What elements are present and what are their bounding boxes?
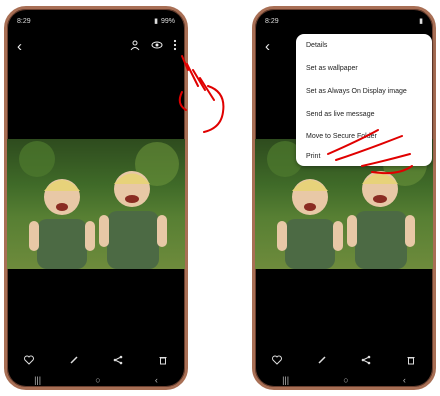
status-bar: 8:29 ▮ 99% [17, 15, 175, 27]
share-icon[interactable] [113, 355, 123, 365]
trash-icon[interactable] [406, 355, 416, 365]
battery-text: 99% [160, 17, 175, 25]
pencil-icon[interactable] [69, 355, 79, 365]
menu-item-set-aod-image[interactable]: Set as Always On Display image [306, 88, 407, 95]
more-vert-icon[interactable] [173, 39, 177, 51]
nav-back-icon[interactable]: ‹ [403, 375, 406, 385]
system-nav-bar: ||| ○ ‹ [7, 373, 185, 387]
signal-icon: ▮ [154, 18, 158, 25]
trash-icon[interactable] [158, 355, 168, 365]
share-person-icon[interactable] [129, 39, 141, 51]
heart-icon[interactable] [272, 355, 283, 365]
phone-left: 8:29 ▮ 99% ‹ ||| ○ ‹ [4, 6, 188, 390]
menu-item-details[interactable]: Details [306, 42, 327, 49]
menu-item-set-wallpaper[interactable]: Set as wallpaper [306, 65, 358, 72]
recents-icon[interactable]: ||| [282, 375, 289, 385]
more-options-menu: Details Set as wallpaper Set as Always O… [296, 34, 432, 166]
status-time: 8:29 [17, 17, 31, 25]
photo-actions-bar [255, 352, 433, 368]
share-icon[interactable] [361, 355, 371, 365]
home-icon[interactable]: ○ [343, 375, 348, 385]
menu-item-print[interactable]: Print [306, 153, 320, 160]
photo-toolbar: ‹ [7, 37, 185, 59]
home-icon[interactable]: ○ [95, 375, 100, 385]
pencil-icon[interactable] [317, 355, 327, 365]
photo-actions-bar [7, 352, 185, 368]
recents-icon[interactable]: ||| [34, 375, 41, 385]
signal-icon: ▮ [419, 18, 423, 25]
status-bar: 8:29 ▮ [265, 15, 423, 27]
nav-back-icon[interactable]: ‹ [155, 375, 158, 385]
menu-item-move-secure-folder[interactable]: Move to Secure Folder [306, 133, 377, 140]
system-nav-bar: ||| ○ ‹ [255, 373, 433, 387]
back-arrow-icon[interactable]: ‹ [265, 39, 270, 54]
menu-item-send-live-message[interactable]: Send as live message [306, 111, 374, 118]
heart-icon[interactable] [24, 355, 35, 365]
photo [7, 139, 185, 269]
twins-photo-image [19, 141, 179, 269]
status-time: 8:29 [265, 17, 279, 25]
eye-icon[interactable] [151, 39, 163, 51]
back-arrow-icon[interactable]: ‹ [17, 39, 22, 54]
